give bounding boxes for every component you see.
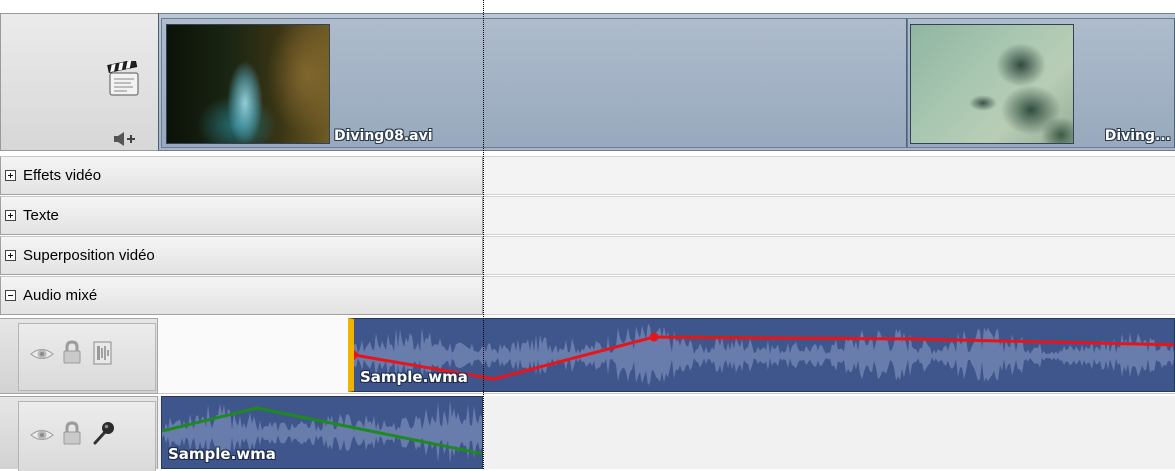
eye-icon[interactable] [29, 344, 55, 364]
expand-icon[interactable] [5, 210, 16, 221]
clip-thumbnail [166, 24, 330, 144]
row-label: Superposition vidéo [23, 247, 155, 264]
row-audio-mixe[interactable]: Audio mixé [0, 276, 483, 315]
row-effets-video[interactable]: Effets vidéo [0, 156, 483, 195]
audio-track-lane[interactable]: Sample.wma [158, 396, 1175, 469]
audio-clip-label: Sample.wma [168, 445, 276, 463]
eye-icon[interactable] [29, 425, 55, 445]
track-controls [18, 323, 156, 391]
clip-label: Diving08.avi [334, 128, 433, 144]
video-track: Diving08.avi Diving... [158, 13, 1175, 151]
video-track-header [0, 13, 158, 151]
expand-icon[interactable] [5, 170, 16, 181]
audio-clip[interactable]: Sample.wma [348, 318, 1175, 392]
audio-track-header [0, 318, 158, 394]
waveform [354, 323, 1174, 385]
row-audio-mixe-area[interactable] [483, 276, 1175, 315]
microphone-icon[interactable] [91, 420, 117, 446]
audio-track-header [0, 396, 158, 471]
playhead[interactable] [483, 0, 484, 469]
clapperboard-icon[interactable] [107, 61, 141, 97]
video-clip[interactable]: Diving... [907, 18, 1175, 148]
video-clip[interactable]: Diving08.avi [161, 18, 907, 148]
row-label: Texte [23, 207, 59, 224]
row-label: Effets vidéo [23, 167, 102, 184]
row-texte-area[interactable] [483, 196, 1175, 235]
row-effets-video-area[interactable] [483, 156, 1175, 195]
speaker-add-icon[interactable] [113, 131, 137, 147]
row-superposition-video[interactable]: Superposition vidéo [0, 236, 483, 275]
clip-label: Diving... [1104, 128, 1171, 144]
audio-file-icon[interactable] [91, 340, 115, 366]
expand-icon[interactable] [5, 250, 16, 261]
clip-thumbnail [910, 24, 1074, 144]
audio-track-lane[interactable]: Sample.wma [158, 316, 1175, 394]
audio-clip-label: Sample.wma [360, 368, 468, 386]
audio-clip[interactable]: Sample.wma [161, 396, 483, 469]
row-label: Audio mixé [23, 287, 98, 304]
track-controls [18, 401, 156, 471]
row-superposition-video-area[interactable] [483, 236, 1175, 275]
collapse-icon[interactable] [5, 290, 16, 301]
lock-icon[interactable] [61, 339, 83, 365]
row-texte[interactable]: Texte [0, 196, 483, 235]
lock-icon[interactable] [61, 420, 83, 446]
